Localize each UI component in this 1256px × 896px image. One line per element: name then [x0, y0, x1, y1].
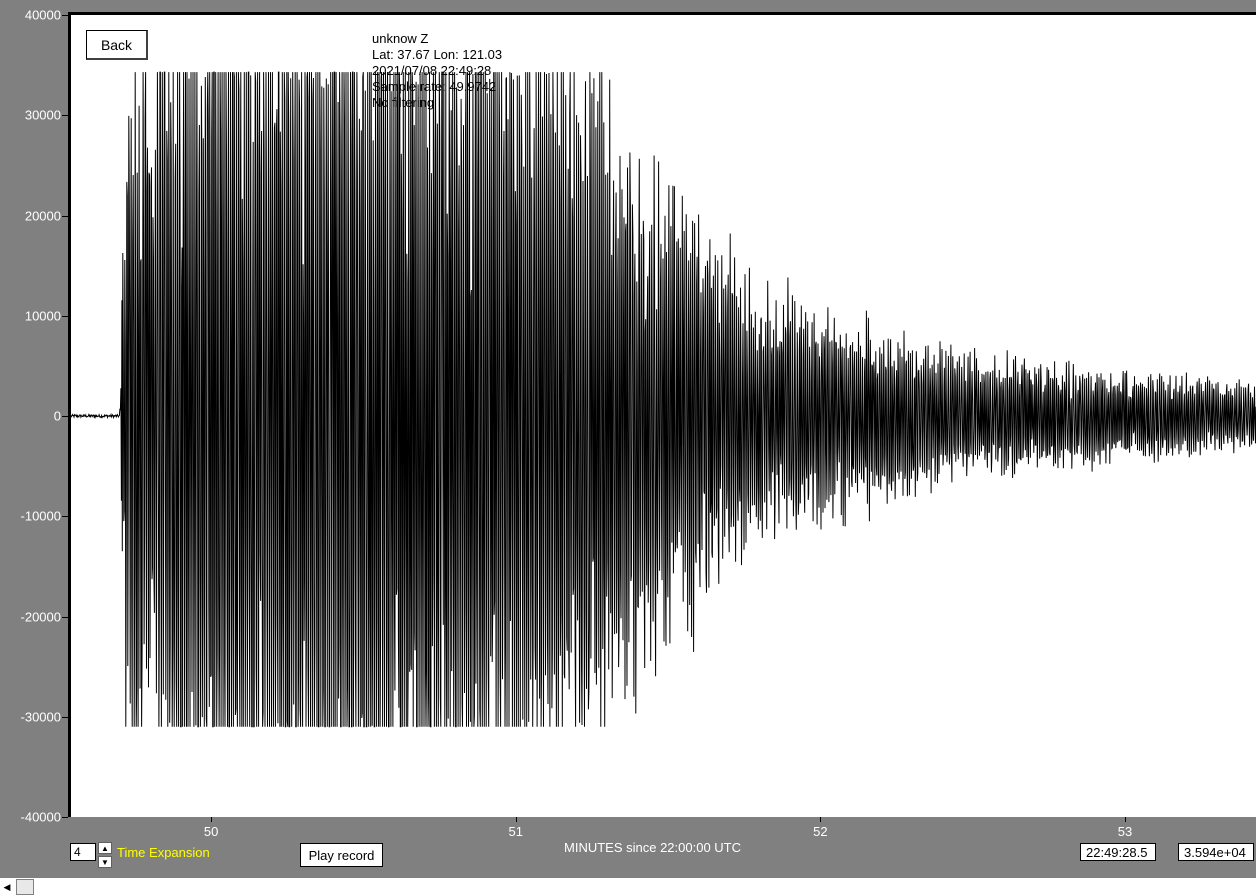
station-info: unknow Z Lat: 37.67 Lon: 121.03 2021/07/… — [372, 31, 502, 111]
y-tick-mark — [62, 15, 68, 16]
y-tick-label: 20000 — [24, 208, 61, 223]
time-expansion-input[interactable]: 4 — [70, 843, 96, 861]
amplitude-readout: 3.594e+04 — [1178, 843, 1254, 861]
x-tick-mark — [1125, 817, 1126, 822]
y-tick-label: 0 — [53, 408, 61, 424]
scroll-left-icon[interactable]: ◀ — [0, 878, 14, 896]
time-expansion-label: Time Expansion — [117, 845, 210, 860]
arrow-down-icon: ▼ — [101, 858, 109, 867]
station-location: Lat: 37.67 Lon: 121.03 — [372, 47, 503, 62]
station-name: unknow Z — [372, 31, 429, 46]
arrow-up-icon: ▲ — [101, 844, 109, 853]
spin-down-button[interactable]: ▼ — [98, 856, 112, 868]
y-tick-mark — [62, 817, 68, 818]
seismogram-trace — [71, 71, 1256, 728]
y-tick-label: -10000 — [20, 508, 61, 524]
x-tick-label: 50 — [203, 824, 219, 839]
x-axis-title: MINUTES since 22:00:00 UTC — [564, 840, 742, 855]
back-button[interactable]: Back — [86, 30, 148, 60]
y-tick-label: -30000 — [20, 709, 61, 725]
y-tick-label: -40000 — [20, 809, 61, 825]
seismogram-chart — [71, 71, 1256, 728]
y-tick-label: 30000 — [24, 107, 61, 123]
y-tick-label: 40000 — [24, 7, 61, 23]
record-datetime: 2021/07/08 22:49:28 — [372, 63, 492, 78]
y-tick-label: 10000 — [24, 308, 61, 324]
spin-up-button[interactable]: ▲ — [98, 842, 112, 854]
play-record-button[interactable]: Play record — [300, 843, 383, 867]
seismogram-plot-area[interactable] — [68, 12, 1256, 817]
filter-status: No filtering — [372, 95, 435, 110]
x-tick-mark — [820, 817, 822, 822]
y-tick-mark — [62, 115, 68, 117]
time-readout: 22:49:28.5 — [1080, 843, 1156, 861]
x-tick-label: 53 — [1117, 824, 1133, 839]
y-tick-mark — [62, 716, 68, 718]
y-tick-label: -20000 — [20, 609, 61, 624]
x-tick-mark — [211, 817, 213, 822]
horizontal-scrollbar[interactable]: ◀ — [0, 878, 1256, 896]
x-tick-label: 51 — [508, 824, 523, 839]
sample-rate: Sample rate: 49.9742 — [372, 79, 497, 94]
y-tick-mark — [62, 616, 68, 618]
y-tick-mark — [62, 516, 68, 518]
x-tick-mark — [515, 817, 517, 822]
y-tick-mark — [62, 416, 68, 417]
y-tick-mark — [62, 315, 68, 317]
y-tick-mark — [62, 215, 68, 217]
x-tick-label: 52 — [813, 824, 828, 839]
scroll-thumb[interactable] — [16, 879, 34, 895]
